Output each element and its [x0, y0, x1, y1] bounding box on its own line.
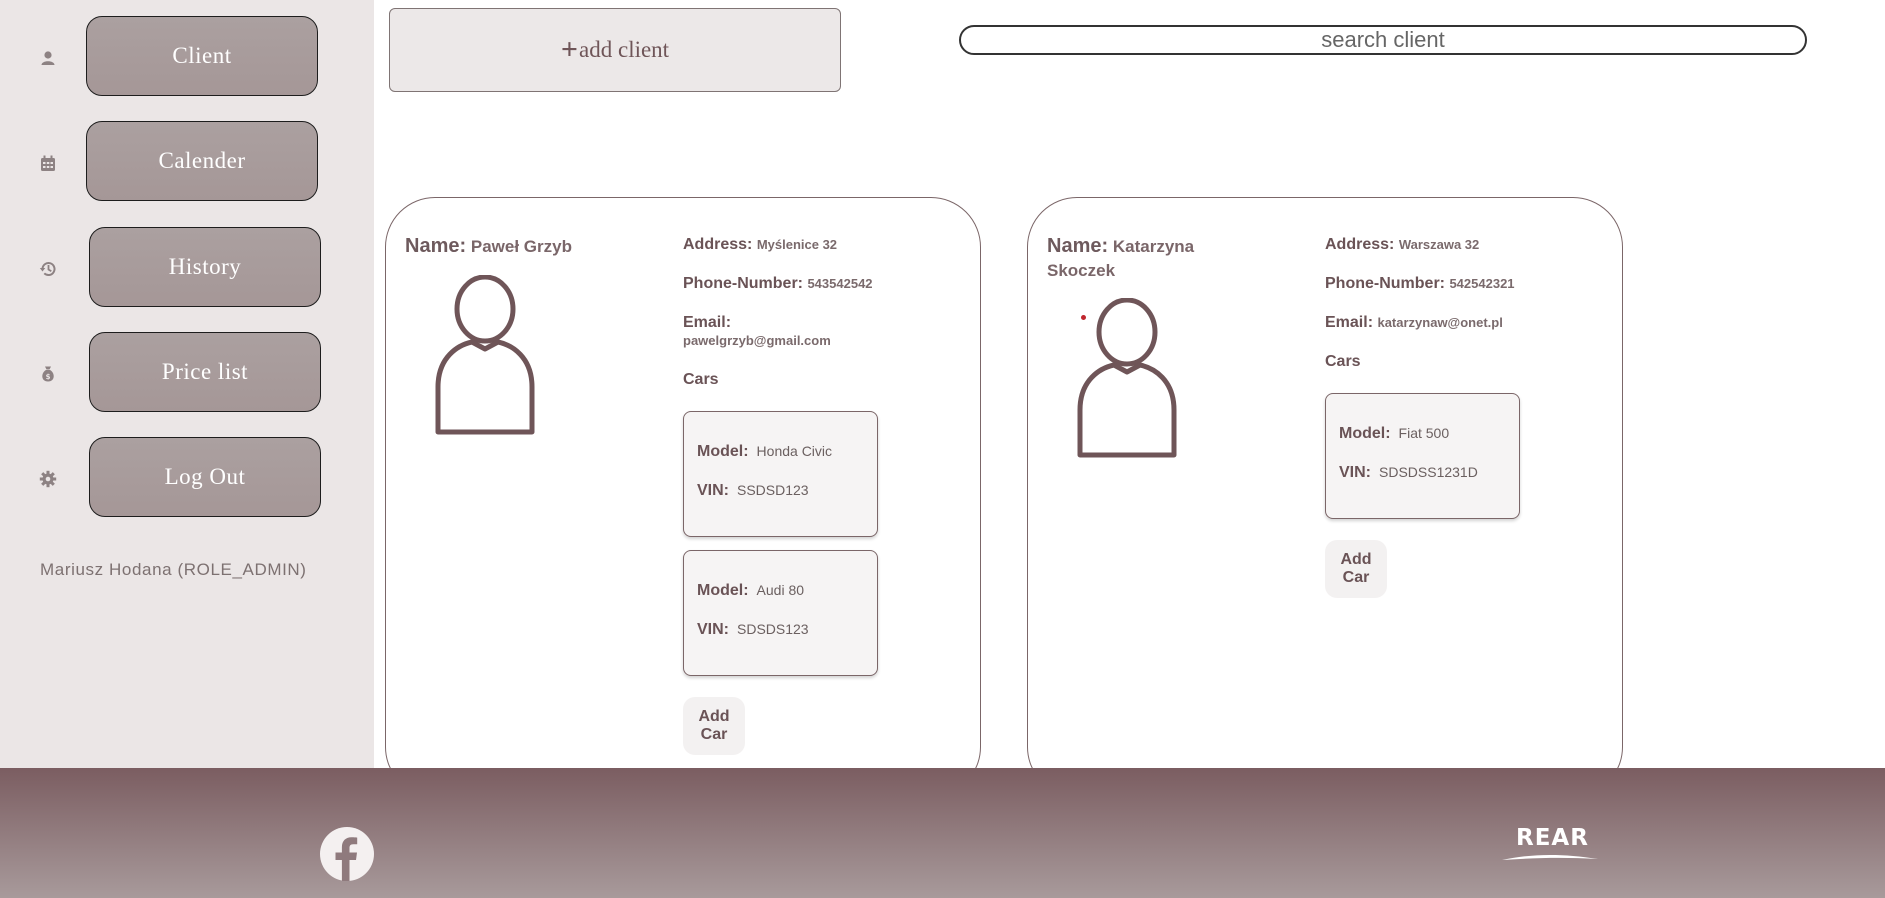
address-value: Warszawa 32 [1398, 237, 1480, 252]
address-label: Address: [1325, 236, 1395, 253]
name-label: Name: [1047, 235, 1109, 257]
address-value: Myślenice 32 [756, 237, 838, 252]
email-value: pawelgrzyb@gmail.com [683, 333, 831, 348]
email-row: Email: katarzynaw@onet.pl [1325, 314, 1585, 332]
name-label: Name: [405, 235, 467, 257]
car-model-row: Model: Fiat 500 [1339, 425, 1519, 443]
client-card: Name: Katarzyna Skoczek Address: Warszaw… [1027, 197, 1623, 797]
client-info: Address: Warszawa 32 Phone-Number: 54254… [1325, 236, 1585, 598]
vin-label: VIN: [697, 482, 729, 499]
email-value: katarzynaw@onet.pl [1377, 315, 1503, 330]
car-vin-row: VIN: SSDSD123 [697, 482, 877, 500]
sidebar-item-client: Client [0, 16, 374, 100]
add-car-button[interactable]: Add Car [683, 697, 745, 755]
phone-label: Phone-Number: [1325, 275, 1445, 292]
add-client-label: add client [579, 37, 670, 62]
car-vin-row: VIN: SDSDSS1231D [1339, 464, 1519, 482]
car-model-row: Model: Audi 80 [697, 582, 877, 600]
logo-text: REAR [1516, 825, 1589, 851]
user-icon [38, 48, 58, 68]
phone-value: 543542542 [807, 276, 873, 291]
email-label: Email: [683, 314, 732, 331]
sidebar-item-history: History [0, 227, 374, 311]
footer: REAR [0, 768, 1885, 898]
car-vin-value: SDSDSS1231D [1379, 464, 1478, 480]
email-label: Email: [1325, 314, 1374, 331]
phone-label: Phone-Number: [683, 275, 803, 292]
search-input[interactable] [959, 25, 1807, 55]
client-name-value: Paweł Grzyb [470, 237, 572, 256]
car-vin-value: SDSDS123 [737, 621, 809, 637]
vin-label: VIN: [697, 621, 729, 638]
calendar-icon [38, 153, 58, 173]
address-row: Address: Myślenice 32 [683, 236, 943, 254]
car-vin-value: SSDSD123 [737, 482, 809, 498]
calender-button[interactable]: Calender [86, 121, 318, 201]
logo-swoosh-icon [1502, 854, 1598, 860]
address-label: Address: [683, 236, 753, 253]
add-client-button[interactable]: + add client [389, 8, 841, 92]
sidebar-item-price-list: $ Price list [0, 332, 374, 416]
sidebar-item-log-out: Log Out [0, 437, 374, 521]
history-icon [38, 259, 58, 279]
email-row: Email: pawelgrzyb@gmail.com [683, 314, 943, 350]
log-out-button[interactable]: Log Out [89, 437, 321, 517]
avatar-icon [435, 275, 535, 435]
gear-icon [38, 469, 58, 489]
add-car-button[interactable]: Add Car [1325, 540, 1387, 598]
avatar-icon [1077, 298, 1177, 458]
money-bag-icon: $ [38, 364, 58, 384]
car-model-row: Model: Honda Civic [697, 443, 877, 461]
cars-heading: Cars [683, 371, 719, 388]
car-card: Model: Audi 80 VIN: SDSDS123 [683, 550, 878, 676]
car-model-value: Honda Civic [756, 443, 833, 459]
phone-row: Phone-Number: 542542321 [1325, 275, 1585, 293]
vin-label: VIN: [1339, 464, 1371, 481]
facebook-icon[interactable] [320, 827, 374, 881]
current-user-label: Mariusz Hodana (ROLE_ADMIN) [40, 560, 307, 579]
history-button[interactable]: History [89, 227, 321, 307]
client-card: Name: Paweł Grzyb Address: Myślenice 32 … [385, 197, 981, 797]
sidebar: Client Calender History $ Price list Log… [0, 0, 374, 768]
plus-icon: + [560, 33, 579, 66]
sidebar-item-calender: Calender [0, 121, 374, 205]
cars-heading: Cars [1325, 353, 1361, 370]
client-info: Address: Myślenice 32 Phone-Number: 5435… [683, 236, 943, 755]
client-name: Name: Paweł Grzyb [405, 234, 605, 259]
model-label: Model: [1339, 425, 1391, 442]
car-card: Model: Fiat 500 VIN: SDSDSS1231D [1325, 393, 1520, 519]
svg-text:$: $ [46, 373, 51, 381]
phone-row: Phone-Number: 543542542 [683, 275, 943, 293]
car-card: Model: Honda Civic VIN: SSDSD123 [683, 411, 878, 537]
model-label: Model: [697, 582, 749, 599]
car-vin-row: VIN: SDSDS123 [697, 621, 877, 639]
car-model-value: Audi 80 [756, 582, 805, 598]
brand-logo: REAR [1500, 825, 1600, 865]
client-name: Name: Katarzyna Skoczek [1047, 234, 1247, 283]
model-label: Model: [697, 443, 749, 460]
phone-value: 542542321 [1449, 276, 1515, 291]
client-button[interactable]: Client [86, 16, 318, 96]
car-model-value: Fiat 500 [1398, 425, 1450, 441]
price-list-button[interactable]: Price list [89, 332, 321, 412]
address-row: Address: Warszawa 32 [1325, 236, 1585, 254]
